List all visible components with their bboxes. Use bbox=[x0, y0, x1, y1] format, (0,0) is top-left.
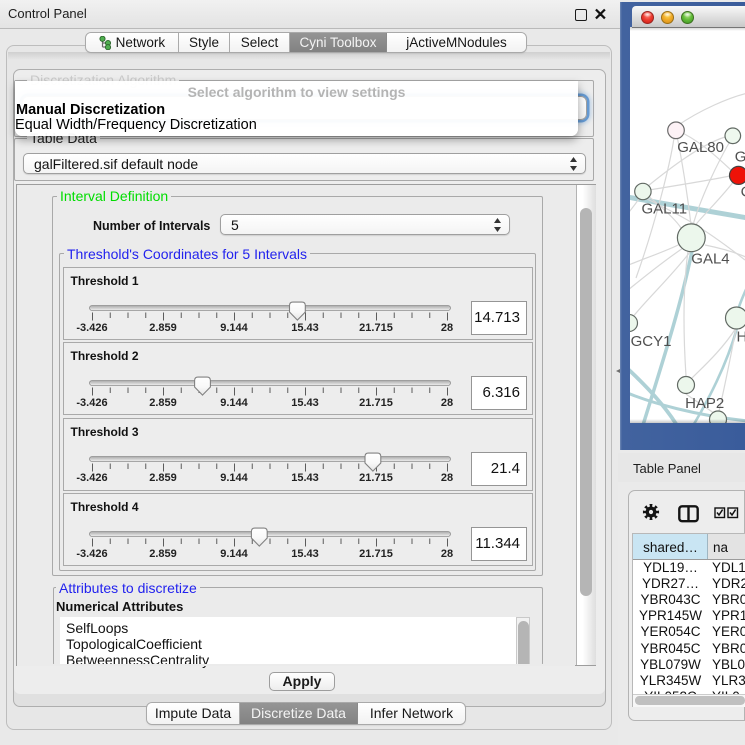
svg-text:G…: G… bbox=[735, 149, 745, 166]
svg-text:C: C bbox=[741, 184, 745, 201]
svg-text:GAL11: GAL11 bbox=[642, 201, 688, 218]
svg-text:GAL80: GAL80 bbox=[677, 139, 724, 156]
svg-text:GAL4: GAL4 bbox=[691, 251, 729, 268]
svg-text:HAP2: HAP2 bbox=[685, 395, 724, 412]
svg-text:H: H bbox=[737, 329, 745, 346]
svg-text:GCY1: GCY1 bbox=[631, 333, 672, 350]
